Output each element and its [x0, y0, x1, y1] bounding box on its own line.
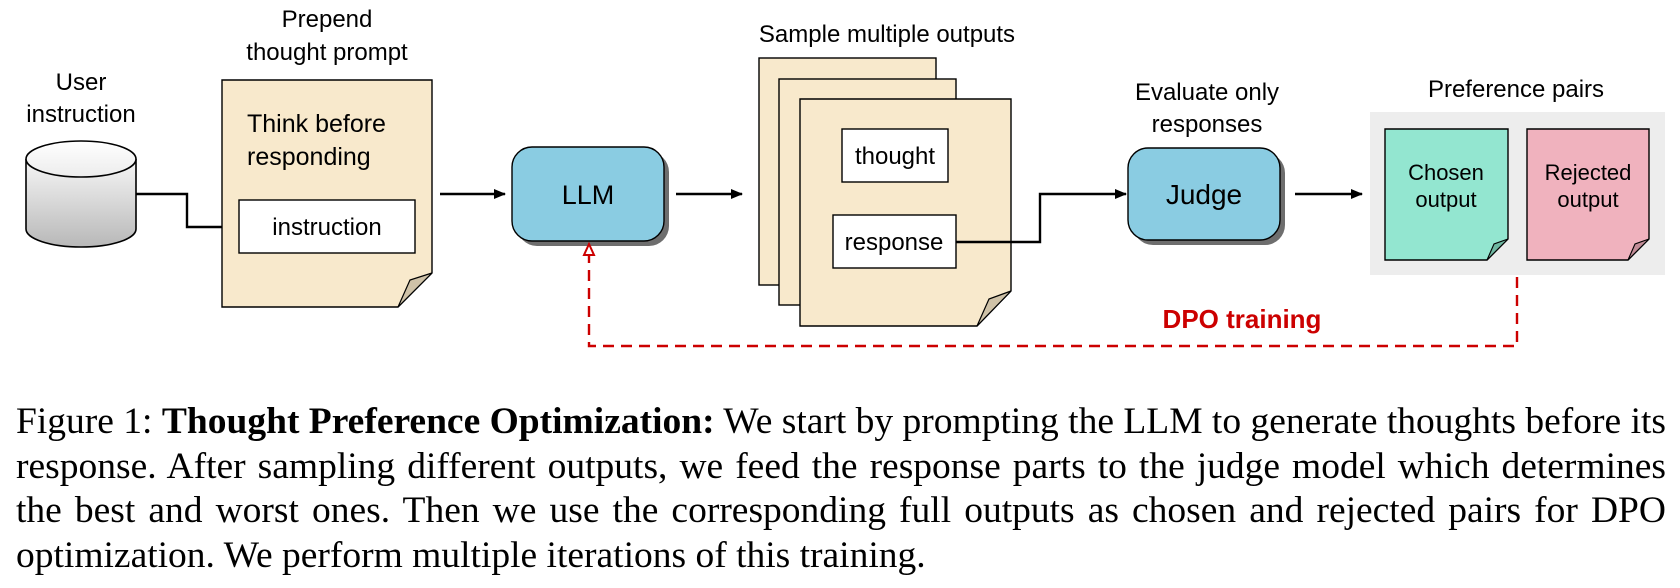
caption-prefix: Figure 1:: [16, 401, 162, 442]
rejected-label-2: output: [1557, 187, 1618, 212]
thought-box-label: thought: [855, 143, 935, 170]
judge-title-2: responses: [1152, 111, 1263, 138]
user-instruction-label: User: [56, 69, 107, 96]
response-box-label: response: [845, 229, 944, 256]
samples-title: Sample multiple outputs: [759, 21, 1015, 48]
prompt-body-line2: responding: [247, 143, 371, 171]
instruction-box-label: instruction: [272, 214, 381, 241]
llm-label: LLM: [562, 180, 615, 210]
prepend-title-2: thought prompt: [246, 39, 408, 66]
judge-label: Judge: [1166, 179, 1242, 210]
judge-title: Evaluate only: [1135, 79, 1279, 106]
user-instruction-label-2: instruction: [26, 101, 135, 128]
database-icon: [25, 140, 137, 248]
figure-caption: Figure 1: Thought Preference Optimizatio…: [16, 400, 1666, 578]
chosen-label-2: output: [1415, 187, 1476, 212]
chosen-label: Chosen: [1408, 160, 1484, 185]
preference-title: Preference pairs: [1428, 76, 1604, 103]
caption-title: Thought Preference Optimization:: [161, 401, 715, 442]
prepend-title: Prepend: [282, 6, 373, 33]
sample-documents-stack: [758, 57, 1012, 327]
rejected-label: Rejected: [1545, 160, 1632, 185]
dpo-training-label: DPO training: [1163, 304, 1322, 334]
prompt-body-line1: Think before: [247, 110, 386, 138]
tpo-diagram: User instruction Prepend thought prompt …: [25, 6, 1665, 348]
